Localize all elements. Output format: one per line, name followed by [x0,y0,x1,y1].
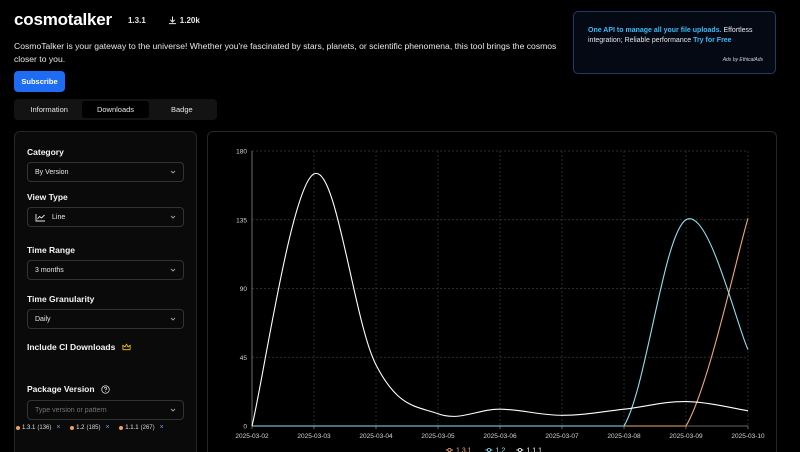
version-tag-list: 1.3.1 (136) × 1.2 (185) × 1.1.1 (267) × [16,424,186,436]
legend-label: 1.2 [496,448,506,452]
view-type-label: View Type [27,192,68,202]
x-tick-label: 2025-03-05 [421,433,455,440]
chevron-down-icon [170,170,176,174]
package-version-input[interactable]: Type version or pattern [27,400,184,420]
version-tag: 1.1.1 (267) × [119,424,164,431]
downloads-line-chart: 0 45 90 135 180 2025-03-02 2025-03-03 2025-03-0… [235,149,765,452]
time-range-select[interactable]: 3 months [27,260,184,280]
downloads-badge-text: 1.20k [179,15,200,25]
ad-text: One API to manage all your file uploads.… [588,26,763,46]
category-value: By Version [35,168,69,176]
chevron-down-icon [170,268,176,272]
y-tick-label: 0 [243,424,247,431]
ad-footer[interactable]: Ads by EthicalAds [723,57,763,63]
package-name: cosmotalker [14,10,112,29]
x-tick-label: 2025-03-09 [669,433,703,440]
x-tick-label: 2025-03-10 [731,433,765,440]
time-range-value: 3 months [35,266,64,274]
tag-color-dot [16,425,20,430]
tag-count: (185) [86,424,101,431]
ad-headline: One API to manage all your file uploads. [588,27,722,34]
tab-downloads[interactable]: Downloads [82,101,149,118]
view-type-value: Line [52,213,66,221]
tab-information[interactable]: Information [16,101,82,118]
y-tick-label: 135 [236,217,247,224]
granularity-label: Time Granularity [27,294,94,304]
time-range-label: Time Range [27,245,75,255]
legend-marker [486,447,491,452]
help-icon[interactable] [100,384,110,394]
downloads-chart-card: 0 45 90 135 180 2025-03-02 2025-03-03 2025-03-0… [207,131,777,452]
ad-cta-link[interactable]: Try for Free [693,37,732,44]
legend-marker [517,447,522,452]
tag-count: (267) [140,424,155,431]
close-icon[interactable]: × [56,424,60,431]
subscribe-button[interactable]: Subscribe [14,71,65,92]
category-label-text: Category [27,147,64,157]
x-tick-label: 2025-03-06 [483,433,517,440]
granularity-label-text: Time Granularity [27,294,95,304]
legend-label: 1.1.1 [526,448,542,452]
line-chart-icon [35,213,45,221]
version-badge-text: 1.3.1 [127,15,146,25]
y-tick-label: 90 [240,286,248,293]
chevron-down-icon [170,317,176,321]
ad-banner[interactable]: One API to manage all your file uploads.… [573,11,776,74]
package-description: CosmoTalker is your gateway to the unive… [14,41,557,64]
chevron-down-icon [170,408,176,412]
package-header: cosmotalker 1.3.1 1.20k [14,10,206,30]
category-label: Category [27,147,64,157]
x-tick-label: 2025-03-02 [235,433,269,440]
crown-icon [122,343,131,351]
filter-sidebar: Category By Version View Type Line Time … [14,131,197,452]
y-tick-label: 45 [240,355,248,362]
series-line-1-3-1 [251,218,749,427]
ci-downloads-label: Include CI Downloads [27,342,116,352]
package-version-label-text: Package Version [27,384,95,394]
close-icon[interactable]: × [160,424,164,431]
tab-badge[interactable]: Badge [149,101,215,118]
version-badge: 1.3.1 [122,13,152,28]
legend-marker [447,447,452,452]
x-tick-label: 2025-03-07 [545,433,579,440]
tab-bar: Information Downloads Badge [14,99,217,120]
x-tick-label: 2025-03-03 [297,433,331,440]
granularity-value: Daily [35,315,51,323]
x-tick-label: 2025-03-04 [359,433,393,440]
version-tag: 1.2 (185) × [70,424,110,431]
series-line-1-2 [251,218,749,427]
time-range-label-text: Time Range [27,245,76,255]
legend-label: 1.3.1 [456,448,472,452]
tag-color-dot [70,425,75,430]
chevron-down-icon [170,215,176,219]
tag-color-dot [119,425,124,430]
y-tick-label: 180 [236,149,247,156]
x-tick-label: 2025-03-08 [607,433,641,440]
tag-count: (136) [37,424,52,431]
tag-name: 1.2 [76,424,85,431]
downloads-badge: 1.20k [162,13,206,28]
close-icon[interactable]: × [106,424,110,431]
tag-name: 1.3.1 [22,424,36,431]
download-icon [168,15,176,24]
view-type-select[interactable]: Line [27,207,184,227]
view-type-label-text: View Type [27,192,68,202]
tag-name: 1.1.1 [125,424,139,431]
ci-downloads-toggle[interactable]: Include CI Downloads [27,342,131,352]
granularity-select[interactable]: Daily [27,309,184,329]
package-version-label: Package Version [27,384,110,394]
category-select[interactable]: By Version [27,162,184,182]
package-version-placeholder: Type version or pattern [35,406,107,414]
version-tag: 1.3.1 (136) × [16,424,60,431]
